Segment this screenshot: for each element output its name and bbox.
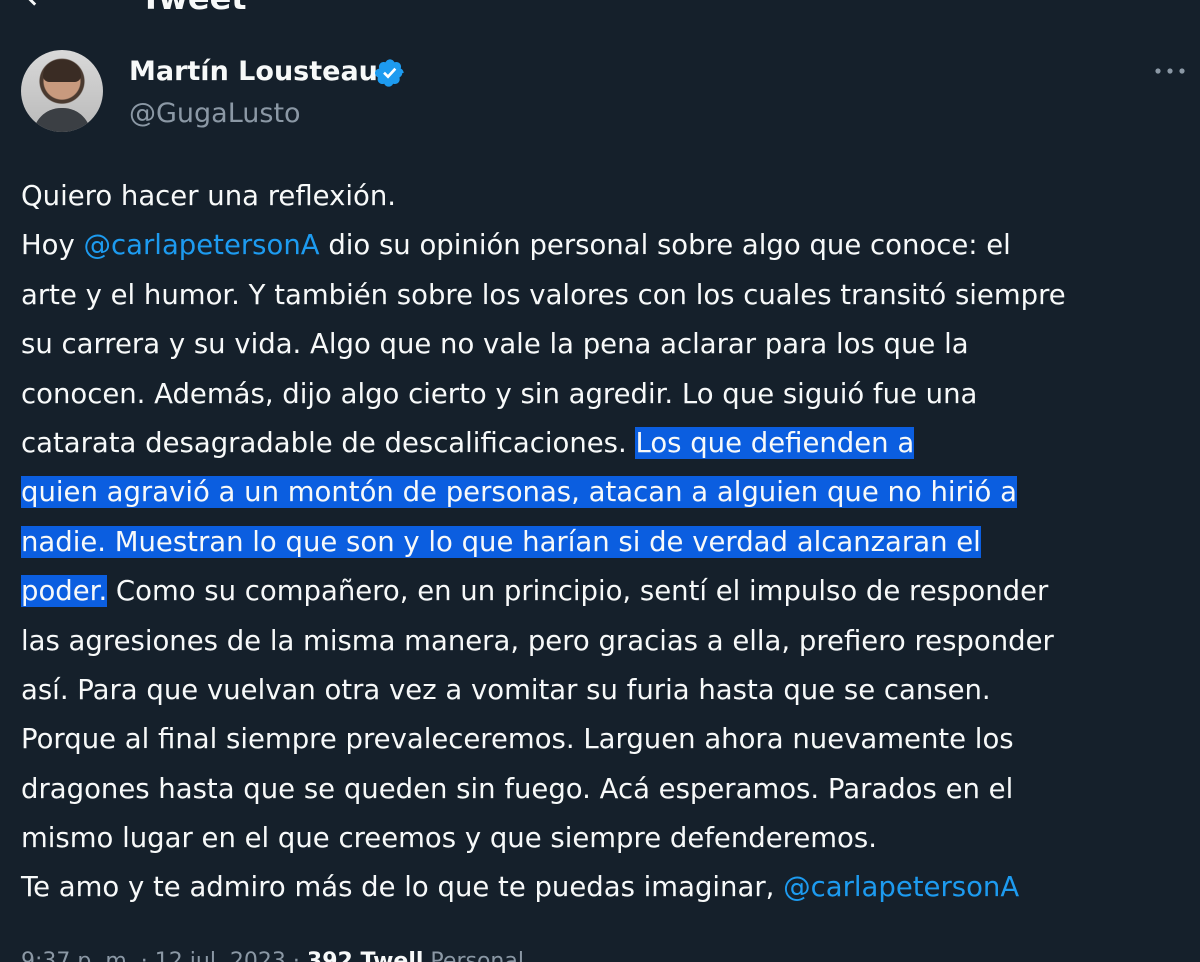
selected-text: Los que defienden a xyxy=(635,426,915,459)
tweet-line: Porque al final siempre prevaleceremos. … xyxy=(21,715,1196,764)
text-segment: dio su opinión personal sobre algo que c… xyxy=(319,229,1011,262)
tweet-line: conocen. Además, dijo algo cierto y sin … xyxy=(21,370,1196,419)
tweet-line: catarata desagradable de descalificacion… xyxy=(21,419,1196,468)
text-segment: Hoy xyxy=(21,229,84,262)
text-segment: las agresiones de la misma manera, pero … xyxy=(21,624,1054,657)
tweet-date[interactable]: 12 jul. 2023 xyxy=(155,949,286,962)
author-handle[interactable]: @GugaLusto xyxy=(129,94,301,134)
avatar[interactable] xyxy=(21,50,103,132)
top-bar: ← Tweet xyxy=(0,0,1200,18)
tweet-text: Quiero hacer una reflexión. Hoy @carlapet… xyxy=(21,172,1196,913)
text-segment: dragones hasta que se queden sin fuego. … xyxy=(21,772,1014,805)
text-segment: conocen. Además, dijo algo cierto y sin … xyxy=(21,377,978,410)
tweet-line: así. Para que vuelvan otra vez a vomitar… xyxy=(21,666,1196,715)
text-segment: así. Para que vuelvan otra vez a vomitar… xyxy=(21,673,991,706)
selected-text: poder. xyxy=(21,575,108,608)
tweet-line: Hoy @carlapetersonA dio su opinión perso… xyxy=(21,221,1196,270)
mention-link[interactable]: @carlapetersonA xyxy=(84,229,320,261)
text-segment: catarata desagradable de descalificacion… xyxy=(21,426,636,459)
tweet-line: Te amo y te admiro más de lo que te pued… xyxy=(21,863,1196,912)
verified-badge-icon xyxy=(375,59,404,87)
tweet-line: las agresiones de la misma manera, pero … xyxy=(21,617,1196,666)
tweet-extra: Personal xyxy=(430,949,524,962)
tweet-time[interactable]: 9:37 p. m. xyxy=(21,949,134,962)
text-segment: Te amo y te admiro más de lo que te pued… xyxy=(21,871,784,904)
more-horizontal-icon[interactable] xyxy=(1150,56,1190,86)
tweet-line: Quiero hacer una reflexión. xyxy=(21,172,1196,221)
mention-link[interactable]: @carlapetersonA xyxy=(783,871,1019,903)
selected-text: nadie. Muestran lo que son y lo que harí… xyxy=(21,525,981,558)
text-segment: mismo lugar en el que creemos y que siem… xyxy=(21,822,877,855)
tweet-line: mismo lugar en el que creemos y que siem… xyxy=(21,814,1196,863)
tweet-line: nadie. Muestran lo que son y lo que harí… xyxy=(21,518,1196,567)
text-segment: Quiero hacer una reflexión. xyxy=(21,180,397,212)
tweet-line: dragones hasta que se queden sin fuego. … xyxy=(21,765,1196,814)
page-title: Tweet xyxy=(140,0,247,18)
author-display-name[interactable]: Martín Lousteau xyxy=(129,52,378,92)
text-segment: Como su compañero, en un principio, sent… xyxy=(107,575,1049,608)
tweet-meta: 9:37 p. m. · 12 jul. 2023 · 392 Twell Pe… xyxy=(21,947,524,962)
text-segment: su carrera y su vida. Algo que no vale l… xyxy=(21,328,969,361)
tweet-line: su carrera y su vida. Algo que no vale l… xyxy=(21,320,1196,369)
tweet-line: poder. Como su compañero, en un principi… xyxy=(21,567,1196,616)
tweet-line: quien agravió a un montón de personas, a… xyxy=(21,468,1196,517)
tweet-page: ← Tweet Martín Lousteau @GugaLusto Quier… xyxy=(0,0,1200,962)
tweet-line: arte y el humor. Y también sobre los val… xyxy=(21,271,1196,320)
text-segment: Porque al final siempre prevaleceremos. … xyxy=(21,723,1014,756)
tweet-app: 392 Twell xyxy=(306,949,424,962)
selected-text: quien agravió a un montón de personas, a… xyxy=(21,476,1017,509)
text-segment: arte y el humor. Y también sobre los val… xyxy=(21,278,1066,311)
arrow-left-icon[interactable]: ← xyxy=(26,0,55,18)
